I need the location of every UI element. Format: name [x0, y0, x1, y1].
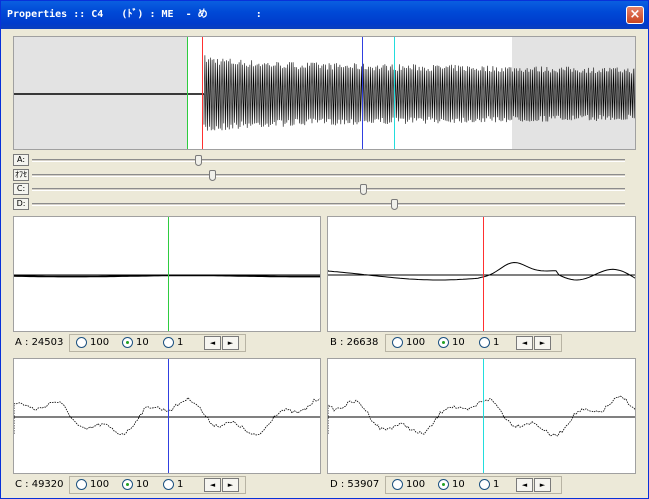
zoom-panel-b[interactable] — [327, 216, 636, 332]
zoom-d-plot — [328, 395, 635, 437]
zoom-c-next-button[interactable]: ► — [222, 478, 239, 492]
zoom-c-marker — [168, 359, 169, 473]
zoom-c-option-10[interactable]: 10 — [122, 479, 149, 490]
radio-icon — [479, 337, 490, 348]
properties-window: Properties :: C4 (ﾄﾞ) : ME - め : × A: ｵﾌ… — [0, 0, 649, 499]
zoom-c-prev-button[interactable]: ◄ — [204, 478, 221, 492]
zoom-panel-d[interactable] — [327, 358, 636, 474]
radio-icon — [392, 337, 403, 348]
slider-offset-button[interactable]: ｵﾌｾ — [13, 169, 29, 181]
zoom-d-prev-button[interactable]: ◄ — [516, 478, 533, 492]
zoom-panel-c[interactable] — [13, 358, 321, 474]
zoom-c-radio-group: 100 10 1 ◄ ► — [69, 476, 246, 494]
slider-c-button[interactable]: C: — [13, 183, 29, 195]
zoom-b-plot — [328, 261, 635, 281]
radio-icon — [392, 479, 403, 490]
zoom-panel-a[interactable] — [13, 216, 321, 332]
marker-c-line[interactable] — [362, 37, 363, 149]
window-title: Properties :: C4 (ﾄﾞ) : ME - め : — [1, 1, 648, 29]
radio-selected-icon — [122, 337, 133, 348]
slider-d-button[interactable]: D: — [13, 198, 29, 210]
radio-selected-icon — [122, 479, 133, 490]
radio-icon — [163, 479, 174, 490]
radio-icon — [163, 337, 174, 348]
slider-a-thumb[interactable] — [195, 155, 202, 166]
zoom-b-option-100[interactable]: 100 — [392, 337, 425, 348]
waveform-overview[interactable] — [13, 36, 636, 150]
marker-d-line[interactable] — [394, 37, 395, 149]
zoom-b-next-button[interactable]: ► — [534, 336, 551, 350]
zoom-b-option-1[interactable]: 1 — [479, 337, 499, 348]
slider-a-track[interactable] — [32, 159, 625, 162]
marker-a-line[interactable] — [187, 37, 188, 149]
slider-d-thumb[interactable] — [391, 199, 398, 210]
zoom-a-status: A : 24503 — [15, 337, 64, 348]
zoom-b-radio-group: 100 10 1 ◄ ► — [385, 334, 562, 352]
zoom-b-option-10[interactable]: 10 — [438, 337, 465, 348]
zoom-a-option-10[interactable]: 10 — [122, 337, 149, 348]
radio-selected-icon — [438, 479, 449, 490]
zoom-b-status: B : 26638 — [330, 337, 379, 348]
slider-d-track[interactable] — [32, 203, 625, 206]
zoom-d-marker — [483, 359, 484, 473]
zoom-b-prev-button[interactable]: ◄ — [516, 336, 533, 350]
radio-selected-icon — [438, 337, 449, 348]
zoom-d-status: D : 53907 — [330, 479, 380, 490]
close-icon[interactable]: × — [626, 6, 644, 24]
zoom-a-option-1[interactable]: 1 — [163, 337, 183, 348]
zoom-d-next-button[interactable]: ► — [534, 478, 551, 492]
zoom-d-radio-group: 100 10 1 ◄ ► — [385, 476, 562, 494]
zoom-d-option-100[interactable]: 100 — [392, 479, 425, 490]
zoom-a-prev-button[interactable]: ◄ — [204, 336, 221, 350]
radio-icon — [76, 479, 87, 490]
zoom-a-radio-group: 100 10 1 ◄ ► — [69, 334, 246, 352]
slider-c-track[interactable] — [32, 188, 625, 191]
zoom-b-marker — [483, 217, 484, 331]
slider-offset-thumb[interactable] — [209, 170, 216, 181]
slider-a-button[interactable]: A: — [13, 154, 29, 166]
zoom-a-next-button[interactable]: ► — [222, 336, 239, 350]
zoom-a-option-100[interactable]: 100 — [76, 337, 109, 348]
zoom-c-option-100[interactable]: 100 — [76, 479, 109, 490]
zoom-c-status: C : 49320 — [15, 479, 64, 490]
slider-offset-track[interactable] — [32, 174, 625, 177]
zoom-c-option-1[interactable]: 1 — [163, 479, 183, 490]
slider-c-thumb[interactable] — [360, 184, 367, 195]
radio-icon — [479, 479, 490, 490]
zoom-d-option-10[interactable]: 10 — [438, 479, 465, 490]
radio-icon — [76, 337, 87, 348]
zoom-d-option-1[interactable]: 1 — [479, 479, 499, 490]
marker-b-line[interactable] — [202, 37, 203, 149]
zoom-a-marker — [168, 217, 169, 331]
waveform-plot — [14, 55, 635, 131]
